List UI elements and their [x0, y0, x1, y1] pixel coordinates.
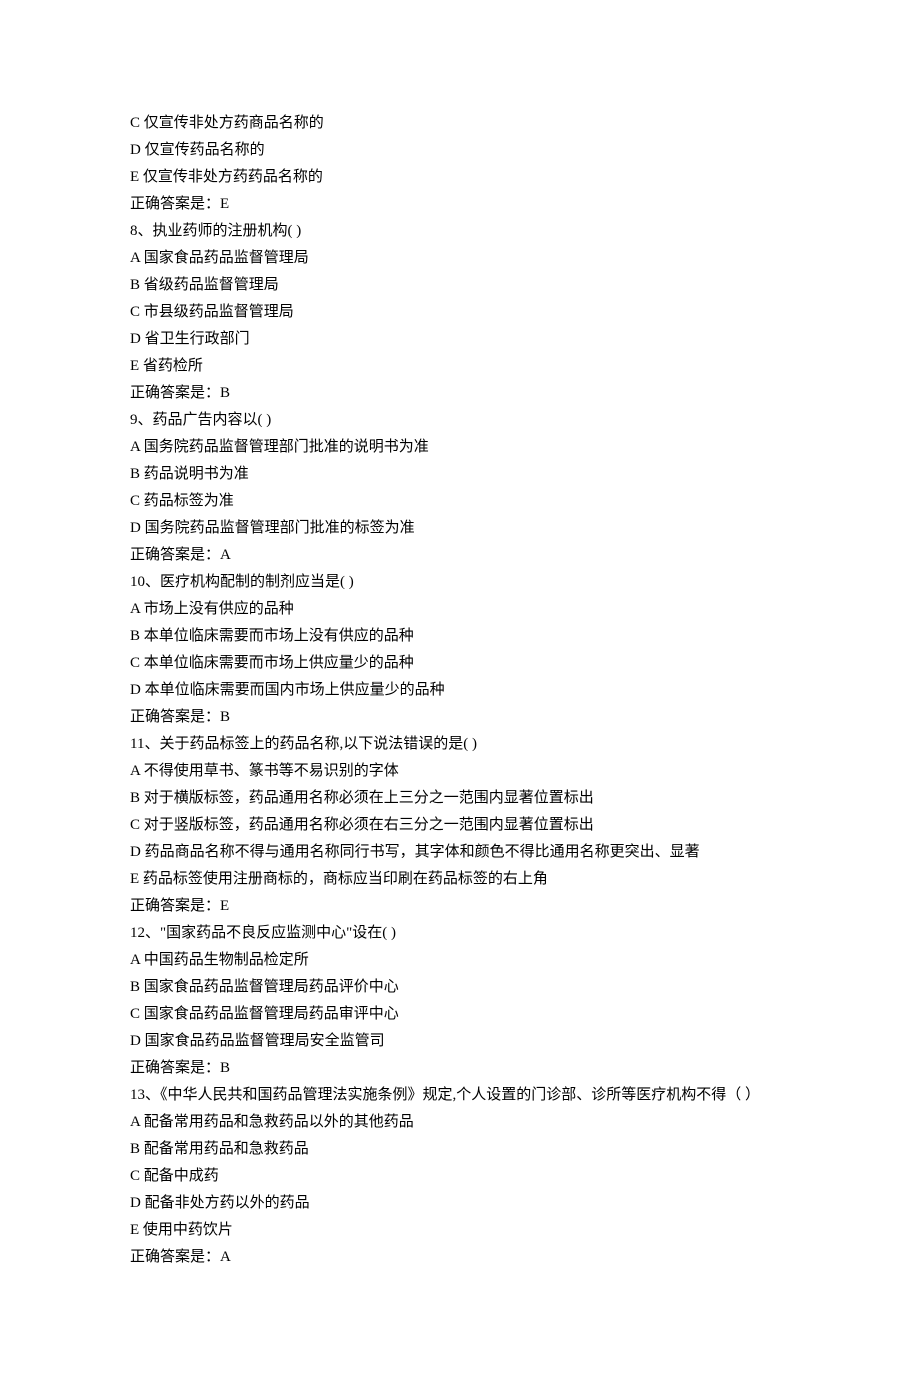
text-line: B 药品说明书为准 [130, 461, 790, 488]
text-line: D 仅宣传药品名称的 [130, 137, 790, 164]
text-line: D 药品商品名称不得与通用名称同行书写，其字体和颜色不得比通用名称更突出、显著 [130, 839, 790, 866]
text-line: C 市县级药品监督管理局 [130, 299, 790, 326]
answer-line: 正确答案是：A [130, 1244, 790, 1271]
text-line: A 国务院药品监督管理部门批准的说明书为准 [130, 434, 790, 461]
answer-line: 正确答案是：B [130, 380, 790, 407]
text-line: D 配备非处方药以外的药品 [130, 1190, 790, 1217]
question-line: 10、医疗机构配制的制剂应当是( ) [130, 569, 790, 596]
question-line: 9、药品广告内容以( ) [130, 407, 790, 434]
question-line: 8、执业药师的注册机构( ) [130, 218, 790, 245]
text-line: D 省卫生行政部门 [130, 326, 790, 353]
question-line: 11、关于药品标签上的药品名称,以下说法错误的是( ) [130, 731, 790, 758]
text-line: A 不得使用草书、篆书等不易识别的字体 [130, 758, 790, 785]
text-line: C 仅宣传非处方药商品名称的 [130, 110, 790, 137]
text-line: D 国家食品药品监督管理局安全监管司 [130, 1028, 790, 1055]
document-page: C 仅宣传非处方药商品名称的 D 仅宣传药品名称的 E 仅宣传非处方药药品名称的… [0, 0, 920, 1381]
text-line: C 本单位临床需要而市场上供应量少的品种 [130, 650, 790, 677]
text-line: B 本单位临床需要而市场上没有供应的品种 [130, 623, 790, 650]
text-line: E 使用中药饮片 [130, 1217, 790, 1244]
text-line: E 省药检所 [130, 353, 790, 380]
text-line: E 药品标签使用注册商标的，商标应当印刷在药品标签的右上角 [130, 866, 790, 893]
text-line: C 对于竖版标签，药品通用名称必须在右三分之一范围内显著位置标出 [130, 812, 790, 839]
text-line: A 国家食品药品监督管理局 [130, 245, 790, 272]
text-line: B 配备常用药品和急救药品 [130, 1136, 790, 1163]
text-line: C 药品标签为准 [130, 488, 790, 515]
text-line: D 国务院药品监督管理部门批准的标签为准 [130, 515, 790, 542]
answer-line: 正确答案是：E [130, 893, 790, 920]
text-line: B 省级药品监督管理局 [130, 272, 790, 299]
answer-line: 正确答案是：A [130, 542, 790, 569]
text-line: E 仅宣传非处方药药品名称的 [130, 164, 790, 191]
text-line: C 配备中成药 [130, 1163, 790, 1190]
answer-line: 正确答案是：B [130, 704, 790, 731]
question-line: 12、"国家药品不良反应监测中心"设在( ) [130, 920, 790, 947]
text-line: A 中国药品生物制品检定所 [130, 947, 790, 974]
text-line: B 对于横版标签，药品通用名称必须在上三分之一范围内显著位置标出 [130, 785, 790, 812]
answer-line: 正确答案是：B [130, 1055, 790, 1082]
text-line: A 市场上没有供应的品种 [130, 596, 790, 623]
question-line: 13、《中华人民共和国药品管理法实施条例》规定,个人设置的门诊部、诊所等医疗机构… [130, 1082, 790, 1109]
answer-line: 正确答案是：E [130, 191, 790, 218]
text-line: B 国家食品药品监督管理局药品评价中心 [130, 974, 790, 1001]
text-line: D 本单位临床需要而国内市场上供应量少的品种 [130, 677, 790, 704]
text-line: C 国家食品药品监督管理局药品审评中心 [130, 1001, 790, 1028]
text-line: A 配备常用药品和急救药品以外的其他药品 [130, 1109, 790, 1136]
